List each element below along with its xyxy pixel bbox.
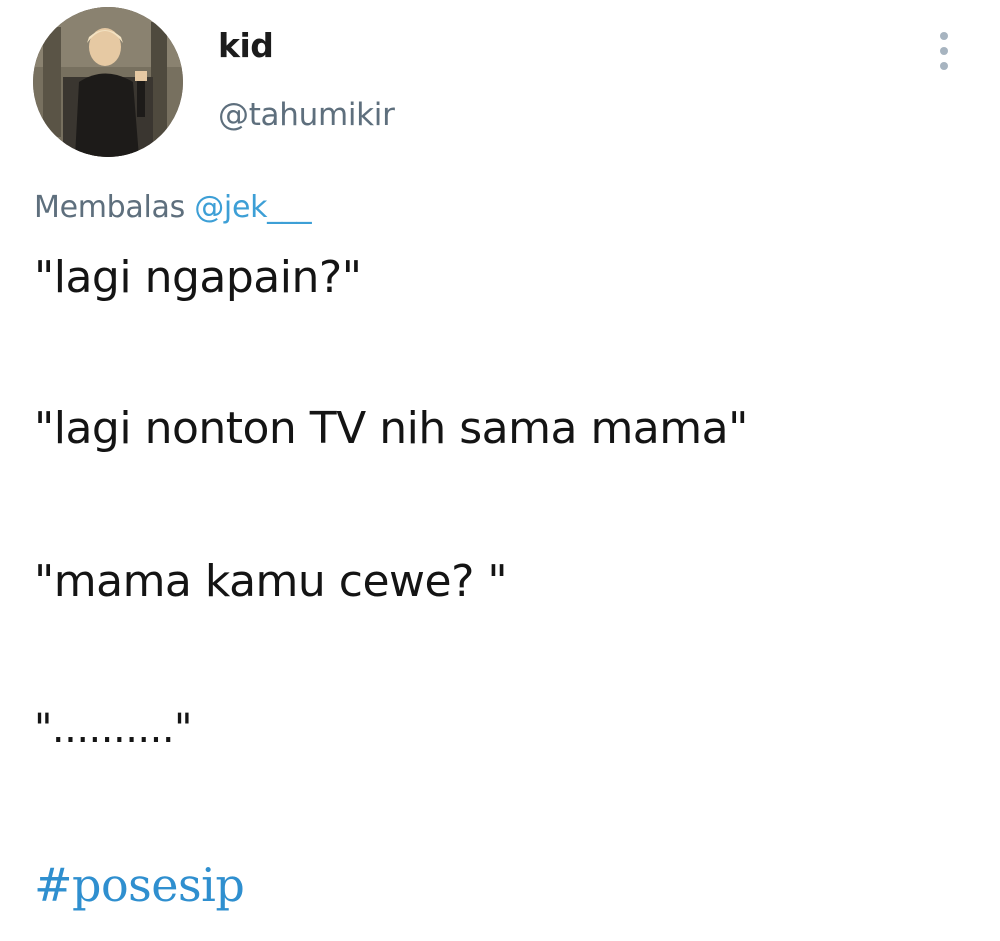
- avatar-photo-icon: [33, 7, 183, 157]
- hashtag-link[interactable]: #posesip: [34, 858, 245, 912]
- author-display-name[interactable]: kid: [218, 26, 274, 65]
- replying-to: Membalas @jek___: [34, 190, 312, 225]
- more-options-button[interactable]: [928, 30, 960, 72]
- tweet-card: kid @tahumikir Membalas @jek___ "lagi ng…: [0, 0, 1000, 941]
- tweet-text-line: "..........": [34, 706, 192, 752]
- avatar[interactable]: [33, 7, 183, 157]
- replying-to-mention[interactable]: @jek___: [194, 190, 311, 225]
- tweet-text-line: "lagi ngapain?": [34, 252, 362, 303]
- more-vertical-icon: [940, 32, 948, 40]
- more-vertical-icon-dot: [940, 62, 948, 70]
- tweet-text-line: "mama kamu cewe? ": [34, 556, 508, 607]
- replying-to-label: Membalas: [34, 190, 185, 225]
- author-handle[interactable]: @tahumikir: [218, 97, 395, 133]
- tweet-text-line: "lagi nonton TV nih sama mama": [34, 403, 748, 454]
- more-vertical-icon-dot: [940, 47, 948, 55]
